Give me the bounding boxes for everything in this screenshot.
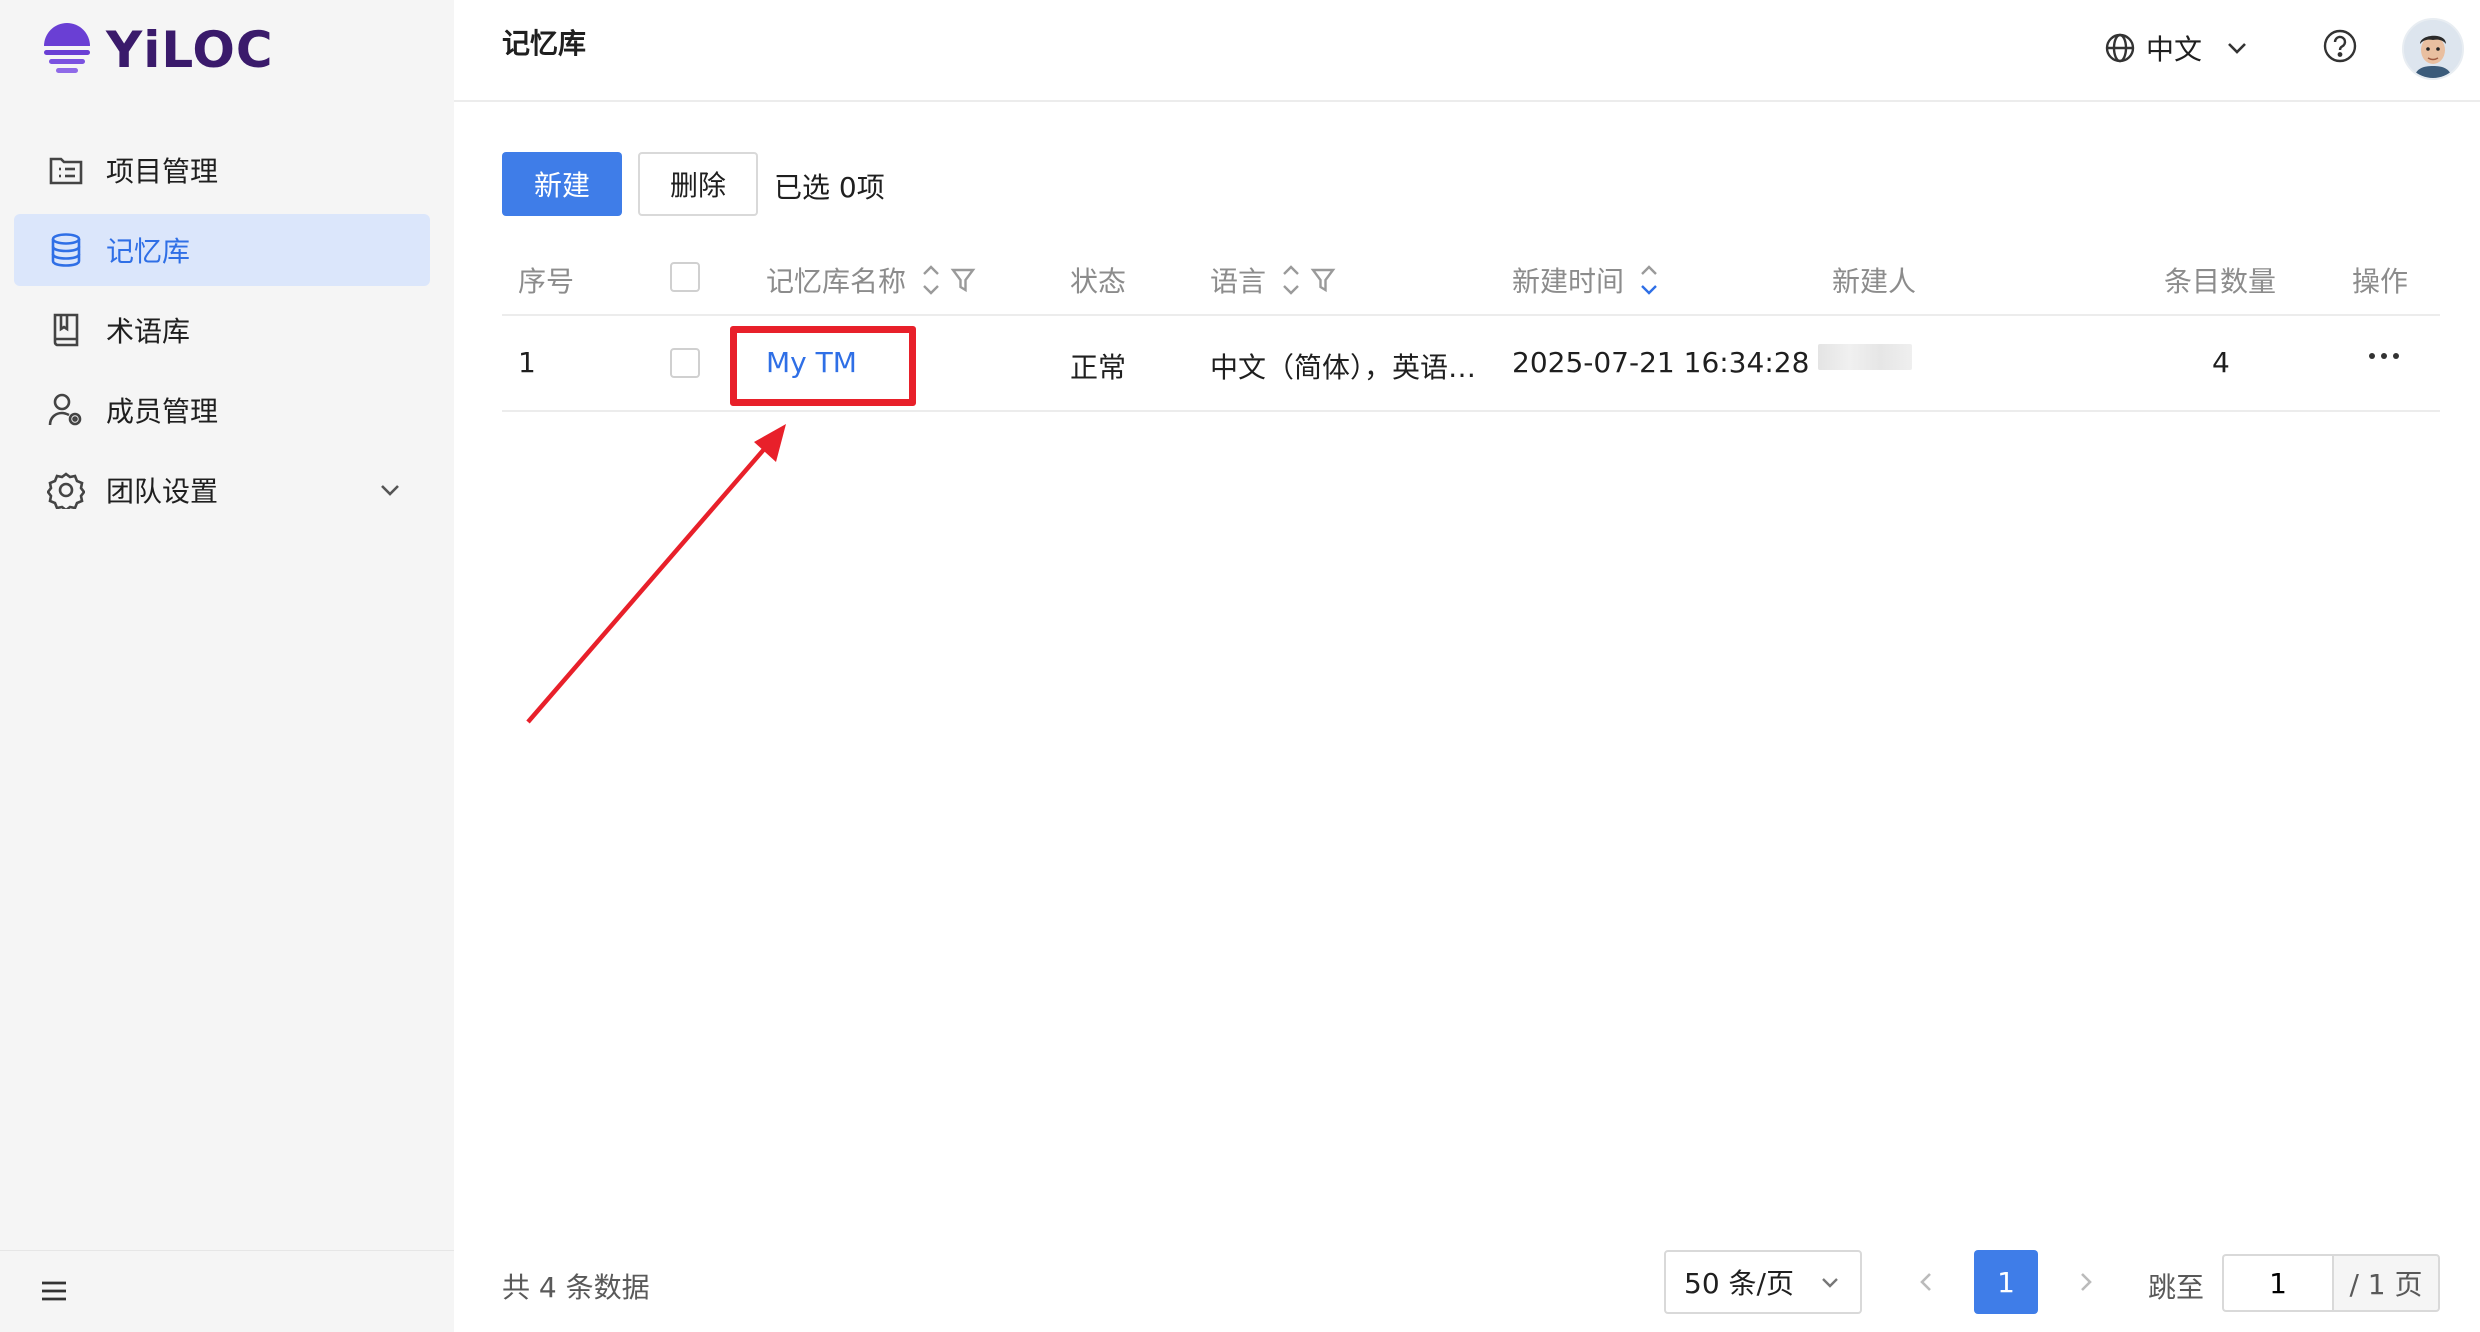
total-pages: / 1 页 bbox=[2332, 1254, 2440, 1312]
row-index: 1 bbox=[518, 346, 536, 379]
chevron-down-icon[interactable] bbox=[374, 474, 406, 506]
next-page-icon[interactable] bbox=[2072, 1266, 2100, 1298]
column-header-status: 状态 bbox=[1070, 265, 1127, 298]
delete-button[interactable]: 删除 bbox=[638, 152, 758, 216]
sidebar-item-members[interactable]: 成员管理 bbox=[14, 374, 430, 446]
more-actions-icon[interactable] bbox=[2366, 350, 2402, 362]
column-header-label: 语言 bbox=[1210, 265, 1267, 298]
column-header-label: 记忆库名称 bbox=[766, 265, 907, 298]
total-records: 共 4 条数据 bbox=[502, 1271, 650, 1304]
select-all-checkbox[interactable] bbox=[670, 262, 700, 292]
table-header: 序号 记忆库名称 状态 语言 新建时间 新建人 条目数量 操作 bbox=[502, 240, 2440, 316]
sidebar-item-label: 术语库 bbox=[106, 315, 191, 348]
sidebar-item-memory[interactable]: 记忆库 bbox=[14, 214, 430, 286]
project-list-icon bbox=[46, 150, 86, 190]
sidebar-item-label: 项目管理 bbox=[106, 155, 219, 188]
column-header-count: 条目数量 bbox=[2164, 265, 2277, 298]
column-header-language: 语言 bbox=[1210, 260, 1336, 300]
page-size-select[interactable]: 50 条/页 bbox=[1664, 1250, 1862, 1314]
app-root: YiLOC 项目管理 记忆库 术语库 成员管理 团队设置 记忆库 中文 新建 删… bbox=[0, 0, 2480, 1332]
globe-icon bbox=[2105, 33, 2135, 63]
creator-redacted bbox=[1818, 344, 1912, 370]
avatar[interactable] bbox=[2402, 18, 2464, 80]
book-icon bbox=[46, 310, 86, 350]
row-status: 正常 bbox=[1070, 351, 1127, 384]
sidebar-nav: 项目管理 记忆库 术语库 成员管理 团队设置 bbox=[14, 134, 430, 534]
sidebar-item-label: 记忆库 bbox=[106, 235, 191, 268]
chevron-down-icon bbox=[1822, 1278, 1838, 1288]
page-number-current[interactable]: 1 bbox=[1974, 1250, 2038, 1314]
sidebar-footer bbox=[0, 1250, 454, 1332]
sort-descending-icon[interactable] bbox=[1636, 260, 1662, 300]
filter-icon[interactable] bbox=[1310, 266, 1336, 294]
top-header: 记忆库 中文 bbox=[454, 0, 2480, 102]
prev-page-icon[interactable] bbox=[1912, 1266, 1940, 1298]
new-button[interactable]: 新建 bbox=[502, 152, 622, 216]
sidebar: YiLOC 项目管理 记忆库 术语库 成员管理 团队设置 bbox=[0, 0, 454, 1332]
highlight-box bbox=[730, 326, 916, 406]
help-icon[interactable] bbox=[2322, 28, 2358, 64]
selected-count: 已选 0项 bbox=[774, 171, 885, 204]
row-language: 中文（简体），英语… bbox=[1210, 351, 1477, 384]
page-size-value: 50 条/页 bbox=[1684, 1267, 1794, 1300]
user-settings-icon bbox=[46, 390, 86, 430]
database-icon bbox=[46, 230, 86, 270]
logo[interactable]: YiLOC bbox=[40, 18, 274, 82]
page-title: 记忆库 bbox=[502, 27, 587, 60]
sidebar-item-label: 团队设置 bbox=[106, 475, 219, 508]
column-header-name: 记忆库名称 bbox=[766, 260, 976, 300]
chevron-down-icon bbox=[2228, 43, 2246, 54]
jump-label: 跳至 bbox=[2148, 1271, 2205, 1304]
row-created-time: 2025-07-21 16:34:28 bbox=[1512, 346, 1810, 379]
column-header-label: 新建时间 bbox=[1512, 265, 1625, 298]
sidebar-item-label: 成员管理 bbox=[106, 395, 219, 428]
jump-page-input[interactable] bbox=[2222, 1254, 2332, 1312]
sidebar-item-terms[interactable]: 术语库 bbox=[14, 294, 430, 366]
hamburger-icon[interactable] bbox=[38, 1275, 70, 1307]
row-count: 4 bbox=[2212, 346, 2230, 379]
column-header-created-time: 新建时间 bbox=[1512, 260, 1662, 300]
logo-icon bbox=[44, 23, 90, 73]
avatar-image bbox=[2404, 20, 2462, 78]
sort-icon[interactable] bbox=[918, 260, 944, 300]
filter-icon[interactable] bbox=[950, 266, 976, 294]
language-label: 中文 bbox=[2146, 33, 2203, 66]
logo-text: YiLOC bbox=[106, 21, 274, 79]
column-header-index: 序号 bbox=[518, 265, 575, 298]
row-checkbox[interactable] bbox=[670, 348, 700, 378]
language-selector[interactable]: 中文 bbox=[2104, 28, 2250, 68]
sidebar-item-team-settings[interactable]: 团队设置 bbox=[14, 454, 430, 526]
column-header-actions: 操作 bbox=[2352, 265, 2409, 298]
sort-icon[interactable] bbox=[1278, 260, 1304, 300]
column-header-creator: 新建人 bbox=[1832, 265, 1917, 298]
sidebar-item-projects[interactable]: 项目管理 bbox=[14, 134, 430, 206]
gear-icon bbox=[46, 470, 86, 510]
